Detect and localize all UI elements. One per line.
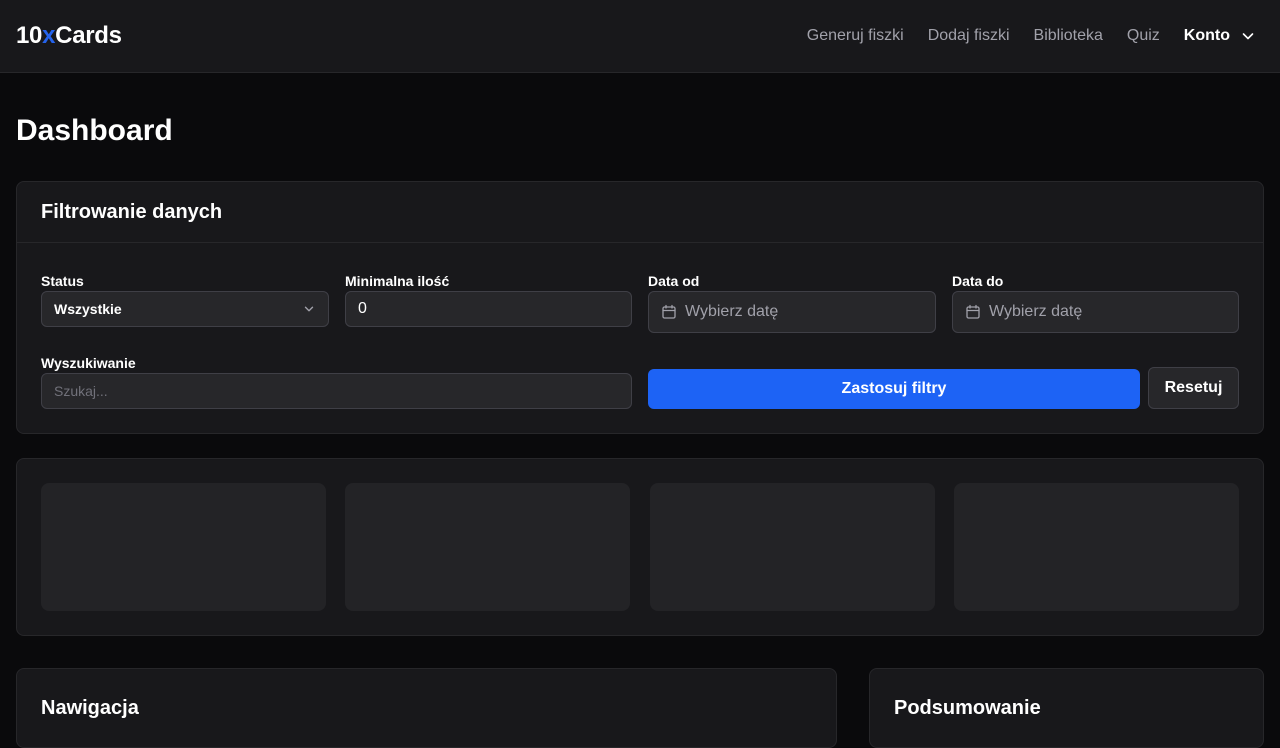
account-menu-button[interactable]: Konto — [1184, 24, 1256, 48]
navigation-panel-title: Nawigacja — [41, 697, 139, 719]
app-logo[interactable]: 10xCards — [16, 21, 122, 51]
min-count-input[interactable]: 0 — [345, 291, 632, 327]
account-label: Konto — [1183, 27, 1230, 44]
logo-prefix: 10 — [16, 22, 43, 49]
status-select[interactable]: Wszystkie — [41, 291, 329, 327]
status-label: Status — [41, 273, 84, 289]
date-to-picker[interactable]: Wybierz datę — [952, 291, 1239, 333]
filter-panel: Filtrowanie danych Status Wszystkie Mini… — [16, 181, 1264, 434]
logo-suffix: Cards — [55, 22, 122, 49]
chevron-down-icon — [1242, 33, 1254, 40]
main-nav: Generuj fiszki Dodaj fiszki Biblioteka Q… — [807, 24, 1256, 48]
stat-card-skeleton — [41, 483, 326, 611]
nav-link-add[interactable]: Dodaj fiszki — [928, 24, 1010, 48]
date-to-placeholder: Wybierz datę — [989, 303, 1083, 320]
date-from-picker[interactable]: Wybierz datę — [648, 291, 936, 333]
reset-filters-button[interactable]: Resetuj — [1148, 367, 1239, 409]
stat-card-skeleton — [954, 483, 1239, 611]
search-label: Wyszukiwanie — [41, 355, 136, 371]
chevron-down-icon — [304, 306, 314, 312]
navigation-panel: Nawigacja — [16, 668, 837, 748]
filter-panel-title: Filtrowanie danych — [41, 201, 223, 223]
min-count-label: Minimalna ilość — [345, 273, 450, 289]
summary-panel-title: Podsumowanie — [894, 697, 1041, 719]
calendar-icon — [966, 304, 980, 319]
date-to-label: Data do — [952, 273, 1004, 289]
date-from-label: Data od — [648, 273, 700, 289]
filter-panel-header: Filtrowanie danych — [17, 182, 1263, 243]
date-from-placeholder: Wybierz datę — [685, 303, 779, 320]
logo-accent: x — [42, 22, 56, 49]
nav-link-quiz[interactable]: Quiz — [1127, 24, 1160, 48]
search-placeholder: Szukaj... — [54, 383, 108, 399]
summary-panel: Podsumowanie — [869, 668, 1264, 748]
stats-panel — [16, 458, 1264, 636]
top-navigation-bar: 10xCards Generuj fiszki Dodaj fiszki Bib… — [0, 0, 1280, 73]
status-select-value: Wszystkie — [54, 301, 122, 317]
nav-link-generate[interactable]: Generuj fiszki — [807, 24, 904, 48]
nav-link-library[interactable]: Biblioteka — [1034, 24, 1103, 48]
stat-card-skeleton — [345, 483, 630, 611]
min-count-value: 0 — [358, 300, 367, 317]
apply-filters-button[interactable]: Zastosuj filtry — [648, 369, 1140, 409]
page-title: Dashboard — [16, 114, 173, 147]
search-input[interactable]: Szukaj... — [41, 373, 632, 409]
stat-card-skeleton — [650, 483, 935, 611]
calendar-icon — [662, 304, 676, 319]
